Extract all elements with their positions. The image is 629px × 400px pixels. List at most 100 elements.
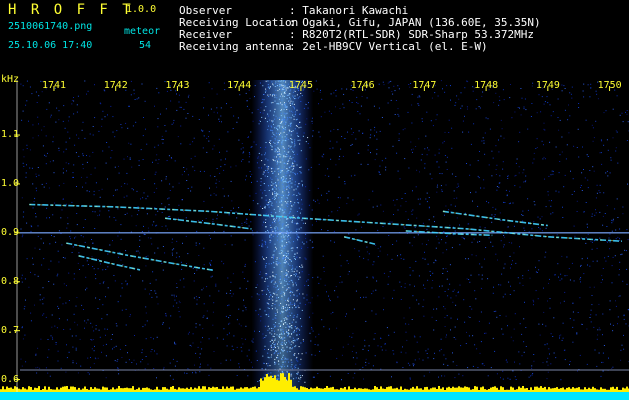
- band-pixel: [296, 109, 298, 111]
- band-pixel: [274, 361, 276, 363]
- noise-pixel: [101, 318, 103, 320]
- band-pixel: [287, 238, 289, 240]
- noise-pixel: [127, 156, 128, 158]
- band-pixel: [293, 98, 295, 100]
- noise-pixel: [131, 188, 133, 190]
- noise-pixel: [339, 197, 341, 199]
- baseline-bar: [548, 387, 550, 392]
- noise-pixel: [498, 151, 500, 153]
- noise-pixel: [525, 346, 527, 347]
- noise-pixel: [221, 121, 222, 123]
- band-pixel: [286, 371, 288, 372]
- noise-pixel: [400, 286, 402, 288]
- noise-pixel: [458, 98, 460, 100]
- band-pixel: [294, 139, 296, 141]
- noise-pixel: [35, 176, 37, 178]
- noise-pixel: [208, 82, 210, 84]
- noise-pixel: [319, 91, 321, 93]
- noise-pixel: [428, 149, 430, 151]
- band-pixel: [284, 343, 286, 345]
- noise-pixel: [463, 299, 465, 301]
- noise-pixel: [508, 242, 510, 243]
- band-pixel: [280, 168, 282, 170]
- noise-pixel: [617, 162, 619, 164]
- band-pixel: [281, 136, 283, 138]
- noise-pixel: [195, 326, 197, 328]
- band-pixel: [255, 287, 257, 288]
- band-pixel: [266, 293, 267, 295]
- noise-pixel: [43, 313, 45, 315]
- baseline-bar: [360, 388, 362, 392]
- noise-pixel: [600, 139, 602, 141]
- noise-pixel: [377, 256, 379, 258]
- noise-pixel: [434, 221, 435, 223]
- noise-pixel: [95, 297, 97, 299]
- noise-pixel: [517, 277, 519, 279]
- noise-pixel: [538, 260, 540, 262]
- baseline-bar: [286, 380, 288, 392]
- band-pixel: [273, 324, 275, 326]
- noise-pixel: [429, 270, 431, 272]
- noise-pixel: [339, 282, 341, 284]
- band-pixel: [297, 338, 299, 340]
- noise-pixel: [558, 276, 559, 278]
- band-pixel: [297, 185, 299, 187]
- band-pixel: [285, 89, 287, 91]
- noise-pixel: [381, 117, 383, 118]
- band-pixel: [291, 186, 293, 188]
- noise-pixel: [456, 186, 458, 188]
- band-pixel: [289, 123, 291, 125]
- noise-pixel: [399, 178, 401, 180]
- baseline-bar: [182, 388, 184, 392]
- noise-pixel: [506, 195, 508, 197]
- noise-pixel: [102, 150, 104, 152]
- noise-pixel: [171, 157, 173, 159]
- baseline-bar: [326, 386, 328, 392]
- noise-pixel: [157, 162, 159, 164]
- noise-pixel: [436, 114, 438, 116]
- noise-pixel: [550, 115, 552, 117]
- band-pixel: [267, 246, 269, 248]
- noise-pixel: [203, 315, 205, 317]
- noise-pixel: [41, 298, 43, 300]
- band-pixel: [298, 377, 300, 379]
- noise-pixel: [93, 268, 95, 270]
- band-pixel: [262, 355, 264, 357]
- band-pixel: [296, 247, 298, 249]
- band-pixel: [282, 239, 284, 240]
- noise-pixel: [585, 242, 587, 244]
- band-pixel: [288, 213, 290, 215]
- noise-pixel: [446, 236, 448, 237]
- noise-pixel: [552, 173, 554, 175]
- noise-pixel: [464, 321, 466, 323]
- band-pixel: [284, 236, 285, 238]
- noise-pixel: [55, 241, 57, 243]
- noise-pixel: [320, 278, 322, 280]
- noise-pixel: [117, 235, 119, 237]
- noise-pixel: [155, 292, 157, 294]
- band-pixel: [275, 347, 276, 349]
- noise-pixel: [30, 271, 31, 273]
- noise-pixel: [112, 195, 114, 197]
- noise-pixel: [336, 357, 338, 359]
- noise-pixel: [144, 234, 146, 235]
- band-pixel: [299, 329, 301, 331]
- band-pixel: [275, 94, 277, 96]
- noise-pixel: [244, 265, 246, 267]
- noise-pixel: [26, 258, 28, 260]
- noise-pixel: [112, 348, 113, 350]
- band-pixel: [273, 219, 275, 221]
- noise-pixel: [424, 167, 426, 169]
- noise-pixel: [35, 367, 37, 369]
- noise-pixel: [498, 139, 499, 141]
- noise-pixel: [85, 322, 87, 324]
- noise-pixel: [355, 290, 357, 292]
- noise-pixel: [39, 367, 41, 369]
- noise-pixel: [245, 288, 247, 290]
- noise-pixel: [540, 111, 542, 113]
- band-pixel: [292, 342, 294, 344]
- band-pixel: [296, 118, 298, 120]
- band-pixel: [268, 263, 270, 265]
- noise-pixel: [333, 129, 335, 130]
- noise-pixel: [349, 100, 350, 102]
